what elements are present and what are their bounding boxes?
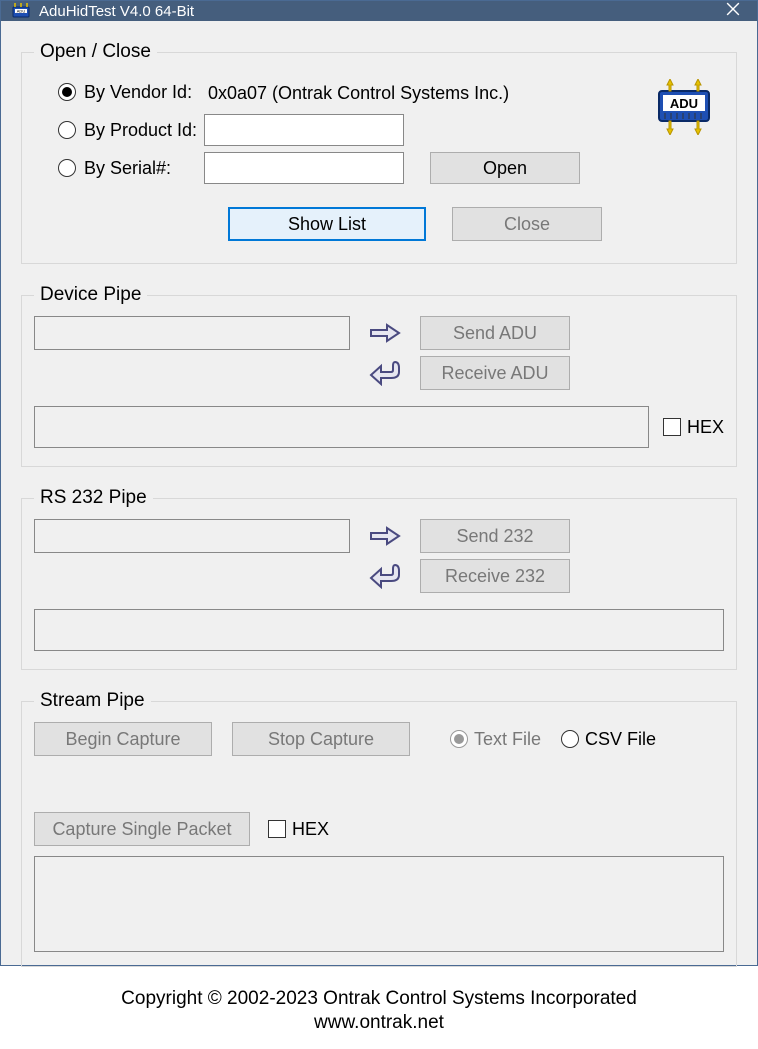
arrow-right-icon	[368, 322, 402, 344]
send-232-button[interactable]: Send 232	[420, 519, 570, 553]
csv-file-label: CSV File	[585, 729, 656, 750]
arrow-return-icon	[368, 360, 402, 386]
receive-232-button[interactable]: Receive 232	[420, 559, 570, 593]
by-serial-label: By Serial#:	[84, 158, 171, 179]
adu-logo: ADU	[650, 79, 718, 140]
rs232-send-input[interactable]	[34, 519, 350, 553]
footer-url: www.ontrak.net	[21, 1011, 737, 1035]
by-product-label: By Product Id:	[84, 120, 197, 141]
stop-capture-button[interactable]: Stop Capture	[232, 722, 410, 756]
svg-text:ADU: ADU	[17, 9, 26, 14]
titlebar: ADU AduHidTest V4.0 64-Bit	[1, 1, 757, 21]
arrow-return-icon	[368, 563, 402, 589]
open-close-legend: Open / Close	[34, 41, 157, 63]
text-file-radio[interactable]	[450, 730, 468, 748]
footer: Copyright © 2002-2023 Ontrak Control Sys…	[21, 981, 737, 1039]
app-window: ADU AduHidTest V4.0 64-Bit Open / Close	[0, 0, 758, 966]
stream-output	[34, 856, 724, 952]
device-output	[34, 406, 649, 448]
product-id-input[interactable]	[204, 114, 404, 146]
by-serial-radio[interactable]	[58, 159, 76, 177]
rs232-pipe-group: RS 232 Pipe Send 232	[21, 487, 737, 670]
stream-pipe-group: Stream Pipe Begin Capture Stop Capture T…	[21, 690, 737, 967]
close-button[interactable]: Close	[452, 207, 602, 241]
text-file-label: Text File	[474, 729, 541, 750]
stream-pipe-legend: Stream Pipe	[34, 690, 151, 712]
rs232-output	[34, 609, 724, 651]
footer-copyright: Copyright © 2002-2023 Ontrak Control Sys…	[21, 987, 737, 1011]
open-button[interactable]: Open	[430, 152, 580, 184]
device-hex-checkbox[interactable]	[663, 418, 681, 436]
app-icon: ADU	[11, 1, 31, 21]
capture-single-packet-button[interactable]: Capture Single Packet	[34, 812, 250, 846]
send-adu-button[interactable]: Send ADU	[420, 316, 570, 350]
show-list-button[interactable]: Show List	[228, 207, 426, 241]
by-vendor-radio[interactable]	[58, 83, 76, 101]
vendor-id-value: 0x0a07 (Ontrak Control Systems Inc.)	[204, 81, 509, 104]
stream-hex-checkbox[interactable]	[268, 820, 286, 838]
svg-text:ADU: ADU	[670, 96, 698, 111]
device-pipe-group: Device Pipe Send ADU	[21, 284, 737, 467]
receive-adu-button[interactable]: Receive ADU	[420, 356, 570, 390]
rs232-pipe-legend: RS 232 Pipe	[34, 487, 153, 509]
close-icon[interactable]	[723, 2, 743, 20]
by-product-radio[interactable]	[58, 121, 76, 139]
csv-file-radio[interactable]	[561, 730, 579, 748]
begin-capture-button[interactable]: Begin Capture	[34, 722, 212, 756]
stream-hex-label: HEX	[292, 819, 329, 840]
serial-input[interactable]	[204, 152, 404, 184]
by-vendor-label: By Vendor Id:	[84, 82, 192, 103]
open-close-group: Open / Close By Vendor Id: 0x0a07 (Ontra…	[21, 41, 737, 264]
device-hex-label: HEX	[687, 417, 724, 438]
device-send-input[interactable]	[34, 316, 350, 350]
arrow-right-icon	[368, 525, 402, 547]
device-pipe-legend: Device Pipe	[34, 284, 147, 306]
window-title: AduHidTest V4.0 64-Bit	[39, 3, 723, 20]
